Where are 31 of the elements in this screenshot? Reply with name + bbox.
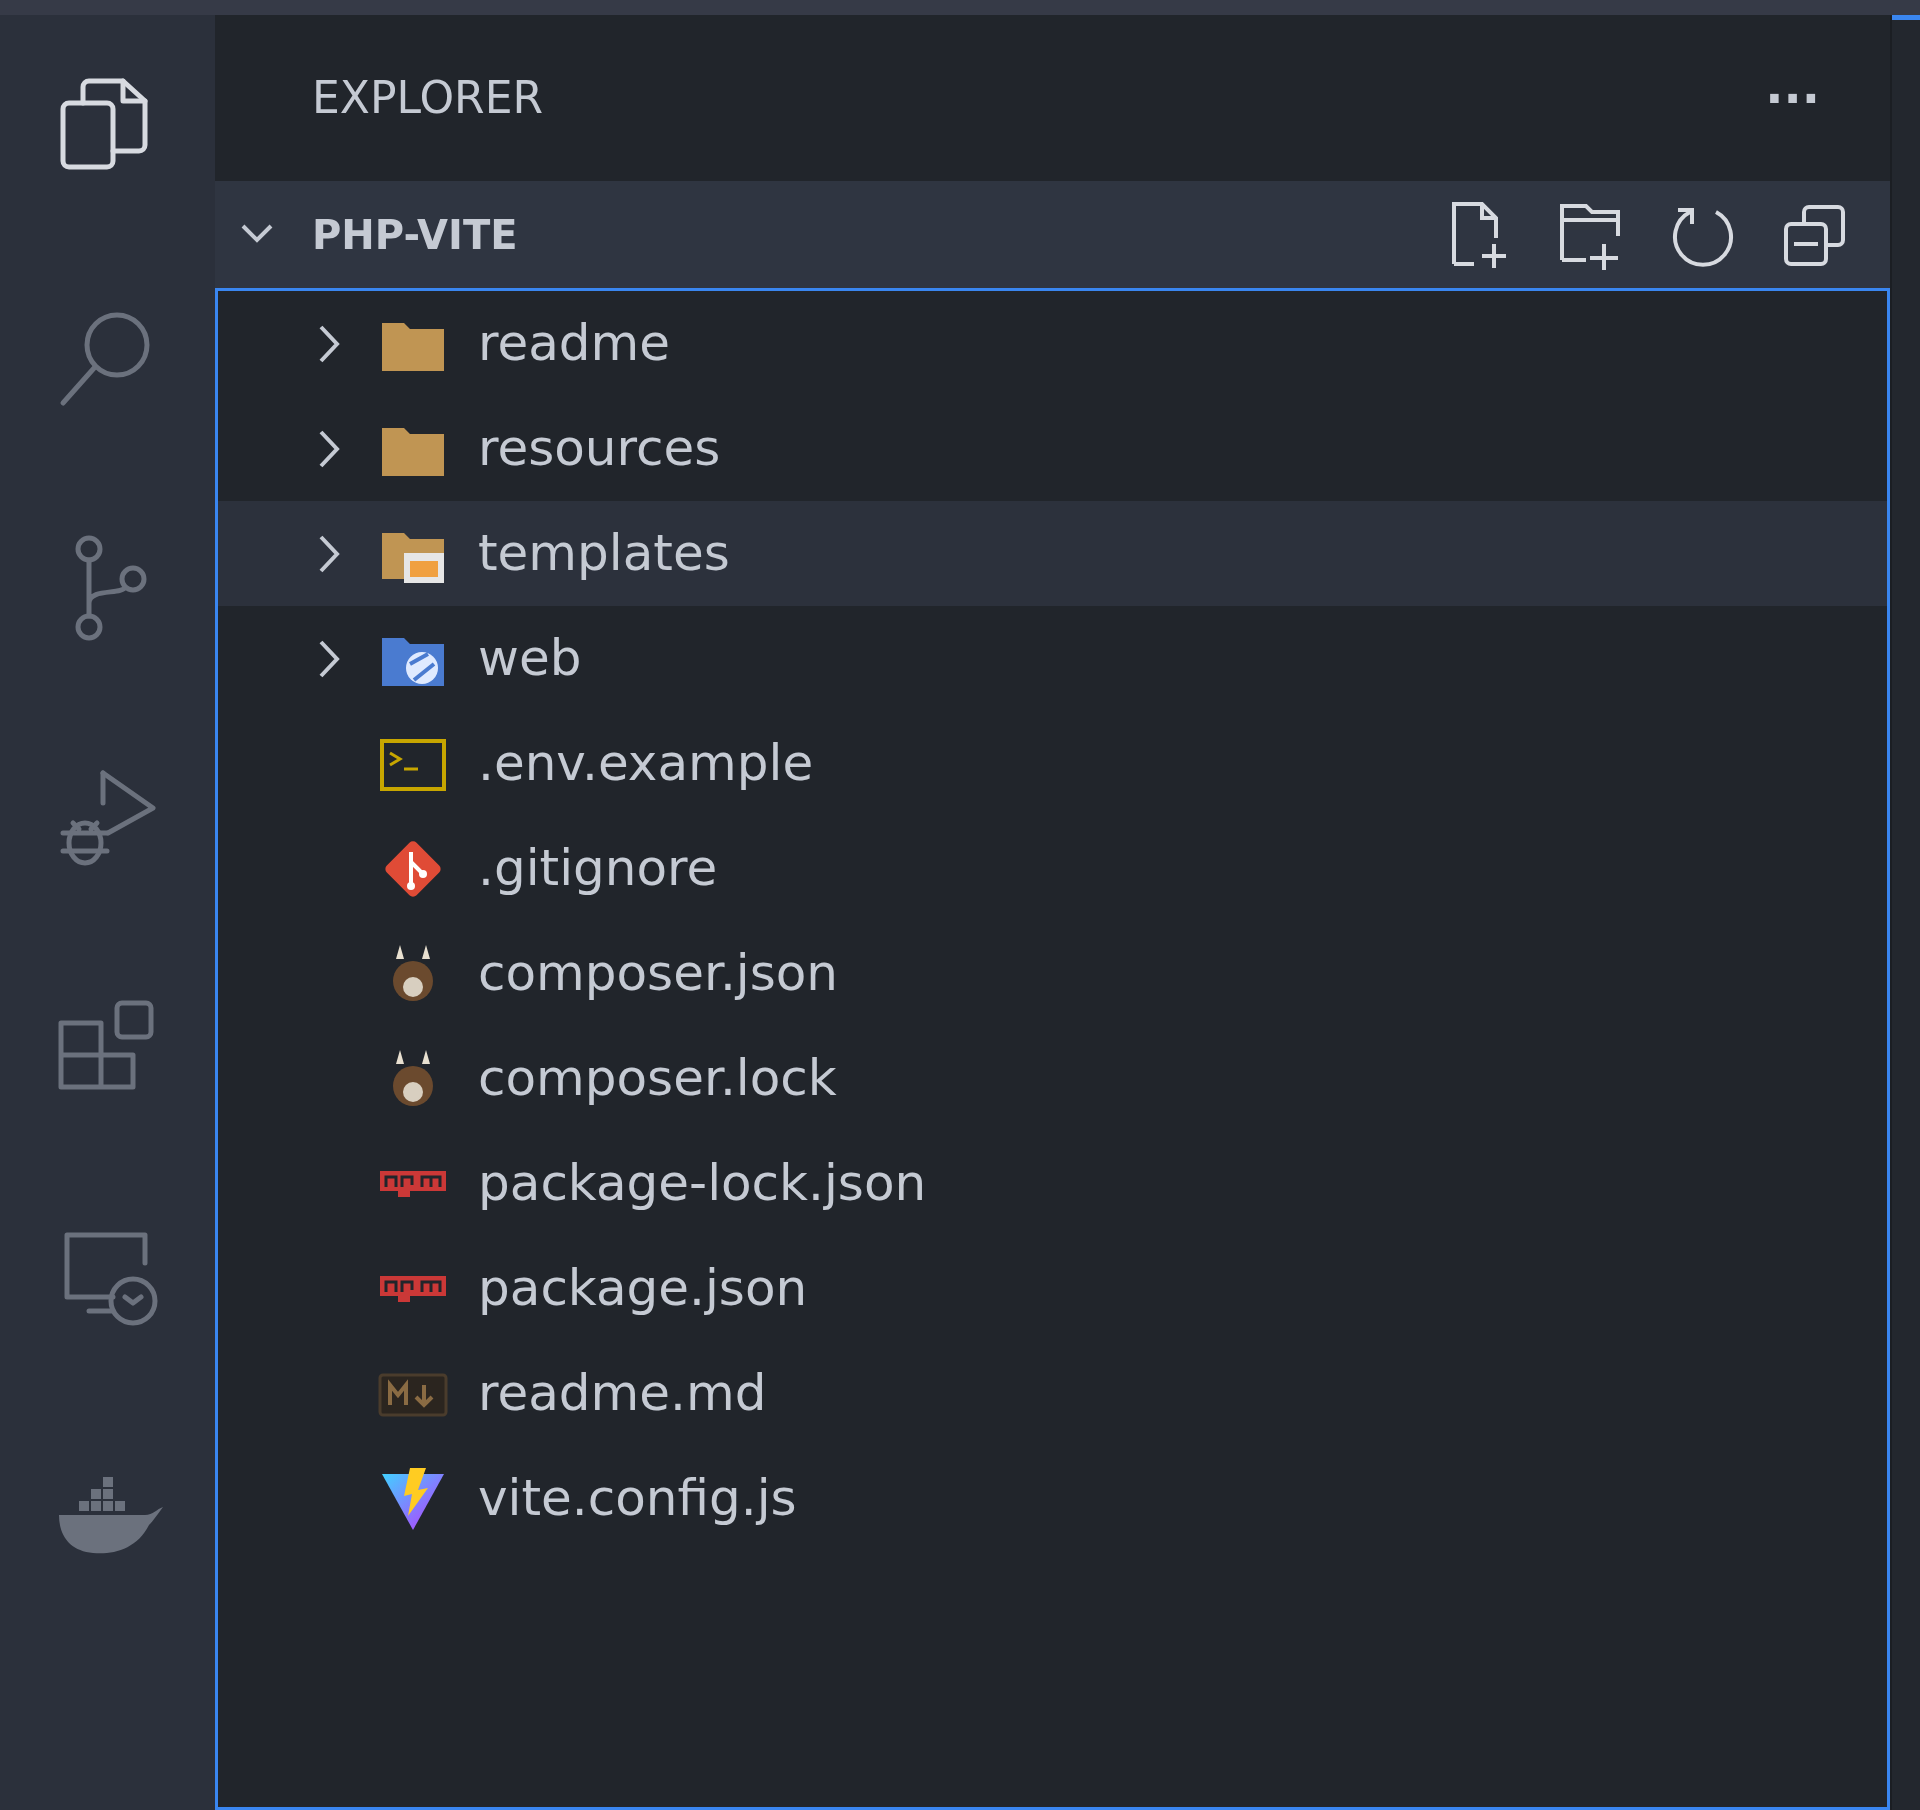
tree-item[interactable]: vite.config.js (218, 1446, 1887, 1551)
file-name: resources (478, 418, 721, 479)
file-name: composer.lock (478, 1048, 837, 1109)
file-name: readme (478, 313, 671, 374)
section-title: PHP-VITE (312, 210, 518, 260)
file-name: web (478, 628, 582, 689)
section-header[interactable]: PHP-VITE (215, 181, 1890, 288)
tree-item[interactable]: composer.lock (218, 1026, 1887, 1131)
file-name: .env.example (478, 733, 814, 794)
tree-item[interactable]: templates (218, 501, 1887, 606)
file-name: package.json (478, 1258, 808, 1319)
file-name: composer.json (478, 943, 838, 1004)
npm-icon (380, 1275, 446, 1302)
file-name: package-lock.json (478, 1153, 927, 1214)
tree-item[interactable]: .env.example (218, 711, 1887, 816)
file-name: templates (478, 523, 730, 584)
tree-item[interactable]: web (218, 606, 1887, 711)
sidebar-title: EXPLORER (312, 71, 543, 125)
tree-item[interactable]: resources (218, 396, 1887, 501)
file-name: vite.config.js (478, 1468, 797, 1529)
tree-item[interactable]: .gitignore (218, 816, 1887, 921)
active-indicator (1892, 15, 1920, 20)
file-name: .gitignore (478, 838, 718, 899)
tree-item[interactable]: package.json (218, 1236, 1887, 1341)
npm-icon (380, 1170, 446, 1197)
tree-item[interactable]: package-lock.json (218, 1131, 1887, 1236)
file-name: readme.md (478, 1363, 767, 1424)
tree-item[interactable]: composer.json (218, 921, 1887, 1026)
more-actions-button[interactable]: ··· (1765, 74, 1820, 122)
tree-item[interactable]: readme (218, 291, 1887, 396)
tree-item[interactable]: readme.md (218, 1341, 1887, 1446)
